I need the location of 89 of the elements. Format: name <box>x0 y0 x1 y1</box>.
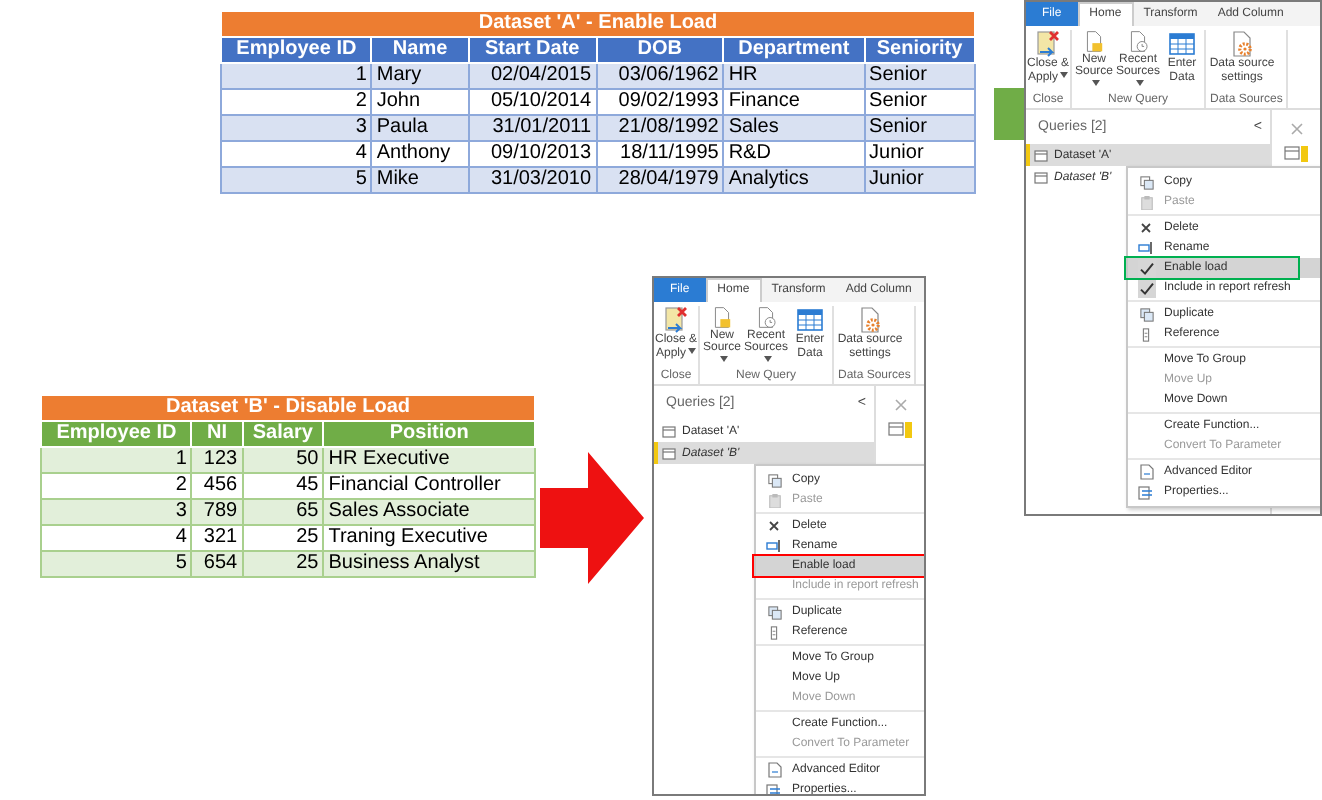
table-cell: Sales <box>723 115 865 141</box>
column-header: Employee ID <box>41 421 192 447</box>
copy-icon <box>1139 175 1153 189</box>
table-icon <box>1034 149 1048 161</box>
reference-icon <box>770 625 778 639</box>
table-cell: Senior <box>864 89 975 115</box>
reference-icon <box>1142 327 1150 341</box>
column-header: Employee ID <box>221 37 372 63</box>
document-icon <box>662 306 690 334</box>
column-header: Position <box>323 421 535 447</box>
table-cell: Senior <box>864 115 975 141</box>
table-cell: Business Analyst <box>323 551 535 577</box>
table-cell: 1 <box>221 63 372 89</box>
table-cell: Paula <box>371 115 469 141</box>
table-cell: Traning Executive <box>323 525 535 551</box>
table-cell: R&D <box>723 141 865 167</box>
table-cell: 28/04/1979 <box>596 167 724 193</box>
table-cell: 18/11/1995 <box>596 141 724 167</box>
table-cell: Anthony <box>371 141 469 167</box>
duplicate-icon <box>767 605 781 619</box>
table-cell: Senior <box>864 63 975 89</box>
copy-icon <box>767 473 781 487</box>
caret-icon <box>1091 80 1099 87</box>
table-title: Dataset 'B' - Disable Load <box>41 395 535 421</box>
right-arrow <box>540 452 644 584</box>
table-cell: HR <box>723 63 865 89</box>
table-icon <box>662 425 676 437</box>
table-cell: 4 <box>41 525 192 551</box>
table-icon <box>662 447 676 459</box>
table-cell: HR Executive <box>323 447 535 473</box>
table-cell: John <box>371 89 469 115</box>
caret-icon <box>763 356 771 363</box>
table-cell: 3 <box>41 499 192 525</box>
column-header: DOB <box>596 37 724 63</box>
rename-icon <box>766 540 782 552</box>
table-cell: 31/03/2010 <box>468 167 597 193</box>
caret-icon <box>1060 72 1068 79</box>
table-cell: 21/08/1992 <box>596 115 724 141</box>
table-cell: Mary <box>371 63 469 89</box>
properties-icon <box>1138 485 1154 499</box>
caret-icon <box>1135 80 1143 87</box>
column-header: Department <box>723 37 865 63</box>
table-cell: 50 <box>242 447 324 473</box>
delete-icon <box>768 520 780 532</box>
table-cell: Sales Associate <box>323 499 535 525</box>
table-title: Dataset 'A' - Enable Load <box>221 11 975 37</box>
table-cell: 2 <box>221 89 372 115</box>
document-icon <box>767 762 781 778</box>
duplicate-icon <box>1139 307 1153 321</box>
table-cell: 3 <box>221 115 372 141</box>
table-cell: Analytics <box>723 167 865 193</box>
rename-icon <box>1138 242 1154 254</box>
column-header: Seniority <box>864 37 975 63</box>
document-icon <box>1034 30 1062 58</box>
close-icon[interactable] <box>1289 122 1303 136</box>
table-cell: Mike <box>371 167 469 193</box>
clipboard-icon <box>1139 195 1153 209</box>
table-cell: 5 <box>41 551 192 577</box>
table-cell: 25 <box>242 551 324 577</box>
column-header: Salary <box>242 421 324 447</box>
checkmark-icon <box>1137 259 1155 277</box>
table-cell: 09/02/1993 <box>596 89 724 115</box>
table-cell: 03/06/1962 <box>596 63 724 89</box>
caret-icon <box>719 356 727 363</box>
table-cell: 02/04/2015 <box>468 63 597 89</box>
table-cell: 25 <box>242 525 324 551</box>
table-icon <box>1034 171 1048 183</box>
table-cell: 05/10/2014 <box>468 89 597 115</box>
column-header: Name <box>371 37 469 63</box>
document-icon <box>1139 464 1153 480</box>
table-cell: 31/01/2011 <box>468 115 597 141</box>
column-header: Start Date <box>468 37 597 63</box>
table-cell: 65 <box>242 499 324 525</box>
caret-icon <box>688 348 696 355</box>
delete-icon <box>1140 222 1152 234</box>
table-cell: Junior <box>864 167 975 193</box>
table-cell: 5 <box>221 167 372 193</box>
table-cell: 2 <box>41 473 192 499</box>
table-cell: 09/10/2013 <box>468 141 597 167</box>
table-cell: 45 <box>242 473 324 499</box>
table-cell: 4 <box>221 141 372 167</box>
table-cell: Finance <box>723 89 865 115</box>
table-cell: Junior <box>864 141 975 167</box>
table-cell: 1 <box>41 447 192 473</box>
table-cell: Financial Controller <box>323 473 535 499</box>
close-icon[interactable] <box>893 398 907 412</box>
table-icon <box>888 422 912 438</box>
clipboard-icon <box>767 493 781 507</box>
table-icon <box>1284 146 1308 162</box>
